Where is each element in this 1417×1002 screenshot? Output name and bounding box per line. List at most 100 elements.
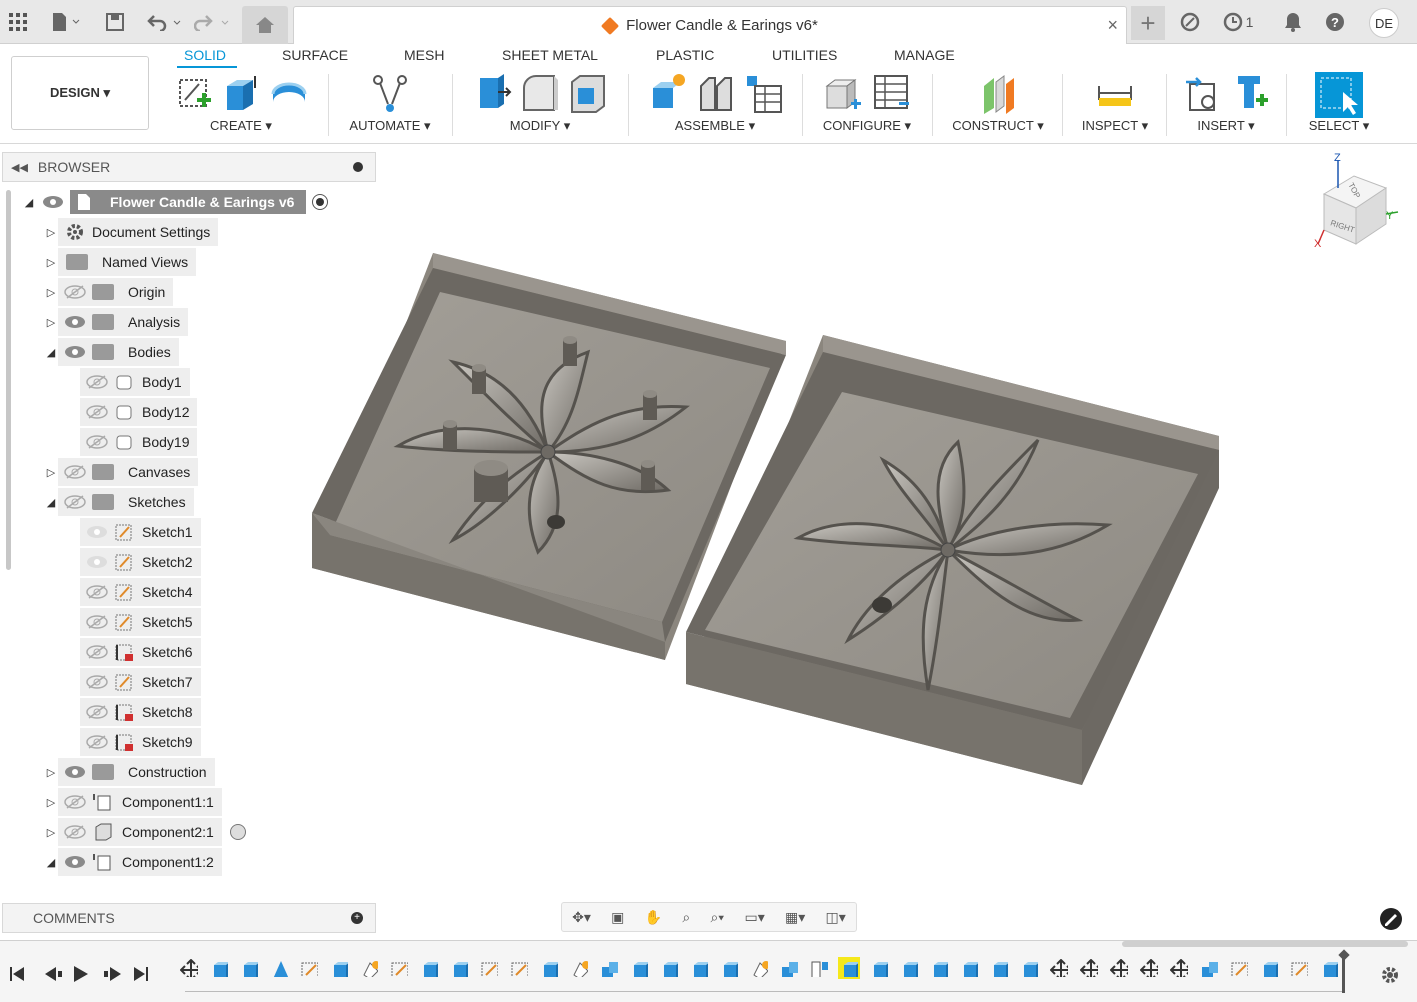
new-component-icon[interactable]	[647, 72, 687, 114]
extrude-feature-icon[interactable]	[870, 959, 888, 977]
fit-icon[interactable]: ⌕▾	[710, 909, 724, 926]
configuration-table-icon[interactable]	[871, 72, 911, 114]
tree-named-views[interactable]: ▷ Named Views	[44, 248, 197, 276]
visibility-eye-icon[interactable]	[64, 345, 86, 359]
shell-icon[interactable]	[568, 72, 608, 114]
tree-sketch6[interactable]: Sketch6	[66, 638, 201, 666]
go-to-end-icon[interactable]	[134, 967, 148, 981]
create-sketch-icon[interactable]	[173, 72, 213, 114]
sketch-feature-icon[interactable]	[1230, 959, 1248, 977]
offset-plane-icon[interactable]	[978, 72, 1018, 114]
combine-feature-icon[interactable]	[1200, 959, 1218, 977]
expand-icon[interactable]: ▷	[44, 286, 58, 299]
extrude-feature-icon[interactable]	[720, 959, 738, 977]
insert-menu[interactable]: INSERT ▾	[1172, 118, 1280, 134]
tree-root[interactable]: ◢ Flower Candle & Earings v6	[22, 189, 329, 215]
hidden-eye-icon[interactable]	[86, 615, 108, 629]
select-icon[interactable]	[1315, 72, 1363, 120]
extrude-feature-icon[interactable]	[1020, 959, 1038, 977]
tab-solid[interactable]: SOLID	[184, 47, 226, 63]
sketch-feature-icon[interactable]	[510, 959, 528, 977]
visibility-eye-icon[interactable]	[42, 195, 64, 209]
extrude-feature-icon[interactable]	[240, 959, 258, 977]
expand-icon[interactable]: ▷	[44, 466, 58, 479]
orbit-icon[interactable]: ✥▾	[572, 909, 591, 926]
collapse-icon[interactable]: ◢	[44, 496, 58, 509]
hidden-eye-icon[interactable]	[86, 585, 108, 599]
inspect-menu[interactable]: INSPECT ▾	[1068, 118, 1162, 134]
extrude-feature-icon[interactable]	[660, 959, 678, 977]
tree-sketch8[interactable]: Sketch8	[66, 698, 201, 726]
display-settings-icon[interactable]: ▭▾	[744, 909, 764, 926]
combine-feature-icon[interactable]	[780, 959, 798, 977]
move-feature-icon[interactable]	[1080, 959, 1098, 977]
collapse-icon[interactable]: ◢	[22, 196, 36, 209]
expand-icon[interactable]: ▷	[44, 226, 58, 239]
extrude-feature-icon[interactable]	[330, 959, 348, 977]
new-tab-button[interactable]: +	[1131, 6, 1165, 40]
configure-menu[interactable]: CONFIGURE ▾	[808, 118, 926, 134]
extrude-feature-icon[interactable]	[630, 959, 648, 977]
play-icon[interactable]	[74, 966, 88, 982]
tree-sketch4[interactable]: Sketch4	[66, 578, 201, 606]
tab-utilities[interactable]: UTILITIES	[772, 47, 837, 63]
tree-component1-1[interactable]: ▷ Component1:1	[44, 788, 222, 816]
hidden-eye-icon[interactable]	[86, 735, 108, 749]
automate-icon[interactable]	[370, 72, 410, 114]
visibility-eye-icon[interactable]	[86, 555, 108, 569]
look-at-icon[interactable]: ▣	[611, 909, 624, 926]
create-menu[interactable]: CREATE ▾	[160, 118, 322, 134]
fillet-icon[interactable]	[520, 72, 560, 114]
construct-menu[interactable]: CONSTRUCT ▾	[938, 118, 1058, 134]
zoom-icon[interactable]: ⌕	[682, 909, 690, 926]
tree-body1[interactable]: Body1	[66, 368, 190, 396]
extrude-feature-icon[interactable]	[540, 959, 558, 977]
extrude-feature-icon[interactable]	[960, 959, 978, 977]
tree-sketch2[interactable]: Sketch2	[66, 548, 201, 576]
configure-icon[interactable]	[823, 72, 863, 114]
user-avatar[interactable]: DE	[1369, 8, 1399, 38]
save-icon[interactable]	[104, 8, 126, 36]
timeline-settings-icon[interactable]	[1380, 965, 1400, 985]
close-tab-icon[interactable]: ×	[1107, 15, 1118, 36]
extrude-feature-icon[interactable]	[930, 959, 948, 977]
activate-radio-icon[interactable]	[229, 824, 246, 840]
fillet-feature-icon[interactable]	[360, 959, 378, 977]
tree-document-settings[interactable]: ▷ Document Settings	[44, 218, 219, 246]
tab-surface[interactable]: SURFACE	[282, 47, 348, 63]
3d-viewport[interactable]	[290, 150, 1417, 900]
extrude-feature-icon[interactable]	[420, 959, 438, 977]
undo-icon[interactable]	[144, 8, 184, 36]
pan-icon[interactable]: ✋	[645, 909, 662, 926]
extrude-feature-icon[interactable]	[990, 959, 1008, 977]
tree-component1-2[interactable]: ◢ Component1:2	[44, 848, 222, 876]
draft-feature-icon[interactable]	[270, 959, 288, 977]
move-feature-icon[interactable]	[1170, 959, 1188, 977]
extrude-feature-icon[interactable]	[1320, 959, 1338, 977]
redo-icon[interactable]	[192, 8, 232, 36]
extensions-icon[interactable]	[1178, 8, 1202, 36]
extrude-feature-icon[interactable]	[1260, 959, 1278, 977]
collapse-icon[interactable]: ◢	[44, 346, 58, 359]
assemble-menu[interactable]: ASSEMBLE ▾	[634, 118, 796, 134]
step-forward-icon[interactable]	[104, 967, 121, 981]
plane-feature-icon[interactable]	[810, 959, 828, 977]
collapse-icon[interactable]: ◢	[44, 856, 58, 869]
tree-analysis[interactable]: ▷ Analysis	[44, 308, 189, 336]
tree-sketch1[interactable]: Sketch1	[66, 518, 201, 546]
tree-sketch5[interactable]: Sketch5	[66, 608, 201, 636]
sketch-feature-icon[interactable]	[300, 959, 318, 977]
hidden-eye-icon[interactable]	[86, 675, 108, 689]
add-comment-icon[interactable]: +	[351, 912, 363, 924]
sketch-feature-icon[interactable]	[1290, 959, 1308, 977]
extrude-icon[interactable]	[221, 72, 261, 114]
hidden-eye-icon[interactable]	[86, 405, 108, 419]
modify-menu[interactable]: MODIFY ▾	[458, 118, 622, 134]
timeline-scrollbar[interactable]	[1122, 941, 1408, 947]
collapse-panel-icon[interactable]: ◀◀	[11, 161, 28, 174]
tab-mesh[interactable]: MESH	[404, 47, 444, 63]
hidden-eye-icon[interactable]	[64, 465, 86, 479]
expand-icon[interactable]: ▷	[44, 826, 58, 839]
fillet-feature-icon[interactable]	[570, 959, 588, 977]
tab-plastic[interactable]: PLASTIC	[656, 47, 714, 63]
